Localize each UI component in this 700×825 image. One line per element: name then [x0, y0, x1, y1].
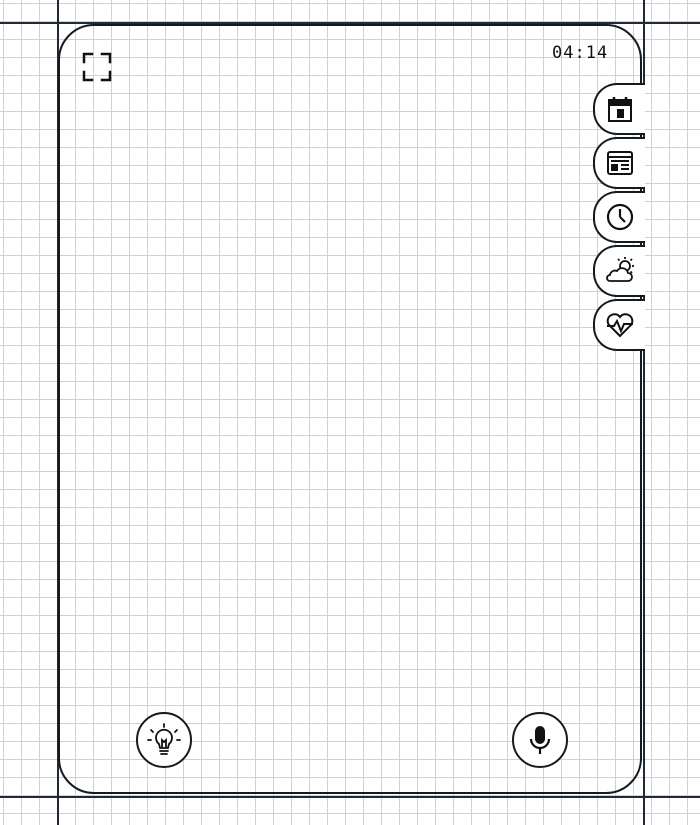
microphone-button[interactable]	[512, 712, 568, 768]
tab-health[interactable]	[593, 299, 645, 351]
clock-icon	[606, 203, 634, 231]
tab-clock[interactable]	[593, 191, 645, 243]
tab-weather[interactable]	[593, 245, 645, 297]
side-tab-bar	[593, 83, 649, 353]
tab-news[interactable]	[593, 137, 645, 189]
microphone-icon	[529, 726, 551, 754]
idea-button[interactable]	[136, 712, 192, 768]
fullscreen-icon[interactable]	[82, 52, 112, 82]
lightbulb-icon	[147, 723, 181, 755]
clock-time: 04:14	[552, 43, 609, 63]
health-icon	[606, 313, 634, 338]
tab-calendar[interactable]	[593, 83, 645, 135]
calendar-icon	[608, 97, 632, 122]
tablet-screen	[58, 24, 642, 794]
weather-icon	[606, 257, 634, 282]
bottom-guide-line	[0, 796, 700, 798]
news-icon	[607, 151, 633, 175]
